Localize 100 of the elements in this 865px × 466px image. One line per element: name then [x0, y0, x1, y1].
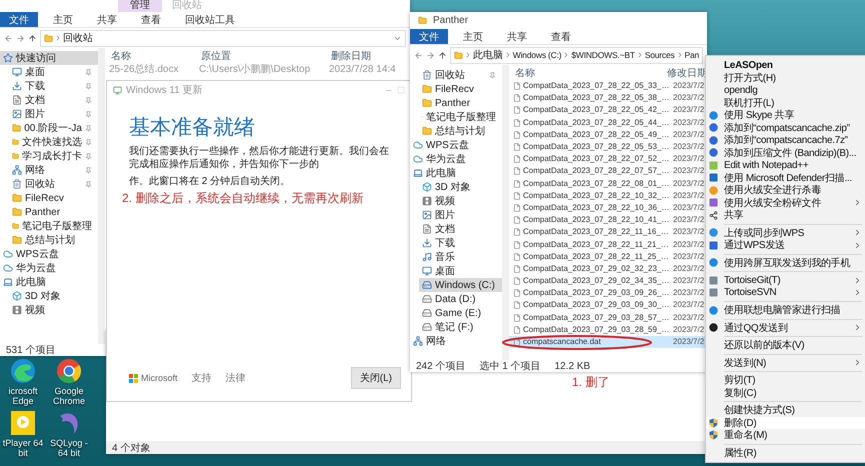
nav-item[interactable]: 华为云盘: [410, 152, 502, 166]
address-bar[interactable]: 回收站: [40, 30, 406, 46]
back-arrow-icon[interactable]: [414, 50, 423, 60]
nav-item[interactable]: 笔记 (F:): [419, 320, 502, 334]
file-name[interactable]: CompatData_2023_07_28_22_05_42_…: [523, 105, 673, 116]
menu-item[interactable]: opendlg: [706, 84, 865, 96]
nav-item[interactable]: 音乐: [419, 250, 502, 264]
pin-icon[interactable]: [85, 166, 92, 174]
menu-item[interactable]: 发送到(N): [706, 356, 865, 369]
nav-item[interactable]: Panther: [9, 205, 98, 219]
menu-item[interactable]: TortoiseSVN: [706, 286, 865, 299]
menu-item[interactable]: 通过WPS发送: [706, 239, 865, 252]
nav-item[interactable]: 总结与计划: [419, 124, 502, 138]
forward-arrow-icon[interactable]: [426, 50, 435, 60]
nav-item[interactable]: 学习成长打卡: [9, 149, 98, 163]
file-name[interactable]: CompatData_2023_07_28_22_07_52_…: [523, 154, 673, 164]
nav-item[interactable]: 此电脑: [0, 275, 98, 289]
nav-item[interactable]: WPS云盘: [410, 138, 502, 152]
file-name[interactable]: CompatData_2023_07_28_22_05_33_…: [523, 81, 673, 92]
nav-item[interactable]: 回收站: [9, 177, 98, 191]
pin-icon[interactable]: [85, 82, 92, 90]
menu-item[interactable]: 打开方式(H): [706, 72, 865, 84]
nav-item[interactable]: 视频: [9, 303, 98, 317]
ribbon-tab[interactable]: 文件: [410, 29, 448, 44]
nav-item[interactable]: 回收站: [419, 68, 502, 82]
back-arrow-icon[interactable]: [4, 34, 13, 42]
pin-icon[interactable]: [85, 68, 92, 76]
menu-item[interactable]: 使用跨屏互联发送到我的手机: [706, 256, 865, 269]
file-name[interactable]: CompatData_2023_07_29_03_09_26_…: [523, 288, 673, 298]
menu-item[interactable]: 联机打开(L): [706, 96, 865, 109]
desktop-icon-label[interactable]: tPlayer 64 bit: [0, 438, 46, 458]
pin-icon[interactable]: [489, 72, 496, 78]
menu-item[interactable]: 重命名(M): [706, 429, 865, 442]
nav-item[interactable]: 华为云盘: [0, 261, 98, 275]
pin-icon[interactable]: [85, 180, 92, 188]
file-name[interactable]: CompatData_2023_07_28_22_07_57_…: [523, 166, 673, 176]
nav-item[interactable]: 桌面: [419, 264, 502, 278]
nav-item[interactable]: FileRecv: [419, 82, 502, 96]
pin-icon[interactable]: [85, 110, 92, 118]
nav-item[interactable]: 下载: [9, 79, 98, 93]
menu-item[interactable]: 共享: [706, 209, 865, 222]
nav-item[interactable]: 图片: [9, 107, 98, 121]
nav-item[interactable]: Game (E:): [419, 306, 502, 320]
ribbon-tab[interactable]: 共享: [498, 29, 536, 44]
file-name[interactable]: CompatData_2023_07_28_22_10_41_…: [523, 215, 673, 226]
menu-item[interactable]: 添加到压缩文件 (Bandizip)(B)...: [706, 146, 865, 159]
menu-item[interactable]: 剪切(T): [706, 374, 865, 386]
nav-item[interactable]: Data (D:): [419, 292, 502, 306]
nav-item[interactable]: WPS云盘: [0, 247, 98, 261]
file-name[interactable]: CompatData_2023_07_29_02_32_23_…: [523, 264, 673, 274]
file-name[interactable]: CompatData_2023_07_28_22_05_49_…: [523, 130, 673, 140]
menu-item[interactable]: 添加到“compatscancache.7z”: [706, 134, 865, 146]
close-button[interactable]: 关闭(L): [350, 367, 401, 389]
up-arrow-icon[interactable]: [438, 50, 447, 60]
menu-item[interactable]: 使用火绒安全粉碎文件: [706, 196, 865, 209]
menu-item[interactable]: 通过QQ发送到: [706, 322, 865, 334]
address-bar[interactable]: 此电脑 Windows (C:) $WINDOWS.~BT Sources Pan: [450, 46, 703, 64]
nav-item[interactable]: 3D 对象: [419, 180, 502, 194]
menu-item[interactable]: LeASOpen: [706, 59, 865, 72]
scrollbar[interactable]: [98, 48, 104, 344]
file-name[interactable]: CompatData_2023_07_28_22_10_32_…: [523, 190, 673, 201]
pin-icon[interactable]: [85, 152, 92, 160]
desktop-icon-label[interactable]: Google Chrome: [46, 386, 92, 406]
breadcrumb[interactable]: Windows (C:): [512, 50, 562, 60]
file-name[interactable]: CompatData_2023_07_28_22_11_21_…: [523, 240, 673, 250]
up-arrow-icon[interactable]: [28, 34, 37, 42]
nav-item[interactable]: 总结与计划: [9, 233, 98, 247]
breadcrumb[interactable]: 回收站: [63, 31, 93, 45]
nav-item[interactable]: 此电脑: [410, 166, 502, 180]
scrollbar[interactable]: [502, 65, 508, 360]
ribbon-tab[interactable]: 共享: [88, 12, 126, 27]
menu-item[interactable]: 上传或同步到WPS: [706, 226, 865, 239]
file-name[interactable]: CompatData_2023_07_29_02_34_35_…: [523, 276, 673, 286]
column-header[interactable]: 名称: [509, 66, 661, 80]
file-name[interactable]: CompatData_2023_07_28_22_05_53_…: [523, 142, 673, 152]
ribbon-tab[interactable]: 主页: [44, 12, 82, 27]
desktop-icon-label[interactable]: SQLyog - 64 bit: [46, 438, 92, 458]
menu-item[interactable]: 复制(C): [706, 386, 865, 399]
file-name[interactable]: CompatData_2023_07_28_22_05_44_…: [523, 118, 673, 128]
column-header[interactable]: 名称: [105, 48, 195, 62]
breadcrumb[interactable]: $WINDOWS.~BT: [571, 50, 635, 60]
breadcrumb[interactable]: 此电脑: [472, 48, 503, 62]
nav-item[interactable]: 下载: [419, 236, 502, 250]
menu-item[interactable]: 还原以前的版本(V): [706, 339, 865, 352]
nav-item[interactable]: 图片: [419, 208, 502, 222]
nav-item[interactable]: 笔记电子版整理: [9, 219, 98, 233]
menu-item[interactable]: 删除(D): [706, 416, 865, 429]
pin-icon[interactable]: [85, 138, 92, 146]
menu-item[interactable]: 使用 Microsoft Defender扫描...: [706, 172, 865, 184]
menu-item[interactable]: 使用联想电脑管家进行扫描: [706, 304, 865, 316]
footer-link[interactable]: 支持: [192, 371, 212, 385]
menu-item[interactable]: 属性(R): [706, 446, 865, 459]
pin-icon[interactable]: [85, 96, 92, 104]
file-name[interactable]: CompatData_2023_07_29_03_28_59_…: [523, 324, 673, 335]
breadcrumb[interactable]: Sources: [644, 50, 675, 60]
nav-item[interactable]: Windows (C:): [419, 278, 502, 292]
nav-item[interactable]: 桌面: [9, 65, 98, 79]
nav-item[interactable]: Panther: [419, 96, 502, 110]
nav-item[interactable]: 视频: [419, 194, 502, 208]
desktop-icon-label[interactable]: icrosoft Edge: [0, 386, 46, 406]
